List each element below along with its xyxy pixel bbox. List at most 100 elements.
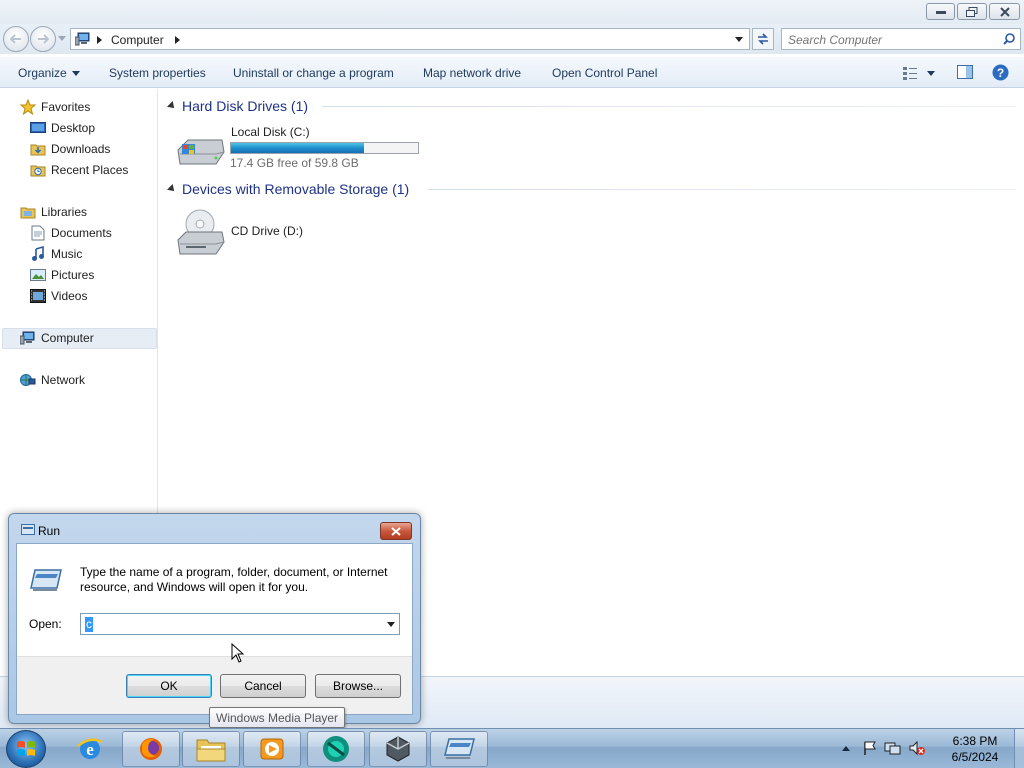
show-hidden-icons-icon[interactable] <box>842 745 850 751</box>
volume-muted-icon[interactable] <box>908 740 926 756</box>
sidebar-item-favorites[interactable]: Favorites <box>20 97 90 117</box>
sidebar-item-label: Music <box>51 247 83 261</box>
cd-drive-icon <box>176 208 226 259</box>
sidebar-item-documents[interactable]: Documents <box>30 223 112 243</box>
pictures-icon <box>30 267 46 283</box>
sidebar-item-pictures[interactable]: Pictures <box>30 265 94 285</box>
uninstall-program-button[interactable]: Uninstall or change a program <box>233 66 394 80</box>
group-title: Hard Disk Drives (1) <box>182 98 309 114</box>
search-input[interactable] <box>788 32 988 47</box>
organize-menu[interactable]: Organize <box>18 66 81 80</box>
collapse-arrow-icon[interactable] <box>167 184 177 194</box>
run-program-icon <box>29 568 63 595</box>
ok-button[interactable]: OK <box>126 674 212 698</box>
network-icon <box>20 372 36 388</box>
minimize-button[interactable] <box>926 3 955 20</box>
group-header-hard-disk-drives[interactable]: Hard Disk Drives (1) <box>167 98 309 114</box>
browse-button[interactable]: Browse... <box>315 674 401 698</box>
breadcrumb-chevron-icon[interactable] <box>97 36 102 44</box>
sidebar-item-label: Pictures <box>51 268 95 282</box>
sidebar-item-label: Computer <box>41 331 94 345</box>
close-icon <box>391 526 401 536</box>
sidebar-item-network[interactable]: Network <box>20 370 85 390</box>
sidebar-item-libraries[interactable]: Libraries <box>20 202 87 222</box>
computer-icon <box>74 32 91 49</box>
address-dropdown-icon[interactable] <box>735 37 743 42</box>
show-desktop-button[interactable] <box>1014 729 1024 768</box>
map-network-drive-button[interactable]: Map network drive <box>423 66 521 80</box>
system-clock[interactable]: 6:38 PM 6/5/2024 <box>940 733 1010 765</box>
clock-time: 6:38 PM <box>952 734 998 748</box>
firefox-icon <box>140 738 162 760</box>
sidebar-item-label: Downloads <box>51 142 111 156</box>
run-title-icon <box>21 524 35 539</box>
open-control-panel-button[interactable]: Open Control Panel <box>552 66 657 80</box>
combo-dropdown-icon[interactable] <box>387 622 395 627</box>
taskbar-internet-explorer[interactable]: e <box>61 731 119 767</box>
taskbar-explorer[interactable] <box>182 731 240 767</box>
command-bar: Organize System properties Uninstall or … <box>0 56 1024 88</box>
sidebar-item-label: Recent Places <box>51 163 129 177</box>
preview-pane-icon[interactable] <box>957 65 973 82</box>
desktop-icon <box>30 120 46 136</box>
computer-icon <box>20 330 36 346</box>
svg-text:?: ? <box>997 66 1004 80</box>
collapse-arrow-icon[interactable] <box>167 101 177 111</box>
search-box[interactable] <box>781 28 1021 50</box>
start-button[interactable] <box>6 730 46 768</box>
notification-area <box>842 735 926 761</box>
navigation-pane: Favorites Desktop Downloads Recent Place… <box>0 89 158 513</box>
network-status-icon[interactable] <box>884 740 902 756</box>
close-window-button[interactable] <box>989 3 1020 20</box>
taskbar: e 6:38 PM 6/5/2024 <box>0 728 1024 768</box>
view-options-icon[interactable] <box>902 66 918 83</box>
breadcrumb-chevron-icon[interactable] <box>175 36 180 44</box>
sidebar-item-desktop[interactable]: Desktop <box>30 118 95 138</box>
sidebar-item-label: Desktop <box>51 121 96 135</box>
action-center-flag-icon[interactable] <box>862 740 878 756</box>
system-properties-button[interactable]: System properties <box>109 66 206 80</box>
address-bar[interactable]: Computer <box>70 28 750 50</box>
recent-places-icon <box>30 162 46 178</box>
sidebar-item-label: Favorites <box>41 100 91 114</box>
taskbar-run-dialog[interactable] <box>430 731 488 767</box>
recent-pages-icon[interactable] <box>58 36 66 42</box>
taskbar-app-globe[interactable] <box>307 731 365 767</box>
breadcrumb-computer[interactable]: Computer <box>111 33 164 47</box>
sidebar-item-videos[interactable]: Videos <box>30 286 87 306</box>
run-dialog-title: Run <box>38 524 61 538</box>
group-title: Devices with Removable Storage (1) <box>182 181 410 197</box>
refresh-button[interactable] <box>752 28 774 50</box>
sidebar-item-label: Documents <box>51 226 112 240</box>
open-input-value[interactable]: c <box>85 617 93 632</box>
view-dropdown-icon[interactable] <box>927 71 935 76</box>
cancel-button[interactable]: Cancel <box>220 674 306 698</box>
run-close-button[interactable] <box>380 522 412 540</box>
search-icon[interactable] <box>1003 33 1015 45</box>
taskbar-media-player[interactable] <box>243 731 301 767</box>
forward-button[interactable] <box>30 26 56 52</box>
group-header-removable-storage[interactable]: Devices with Removable Storage (1) <box>167 181 410 197</box>
downloads-folder-icon <box>30 141 46 157</box>
windows-logo-icon <box>17 741 35 756</box>
group-divider <box>428 189 1016 190</box>
disk-usage-bar <box>230 142 419 154</box>
sidebar-item-computer[interactable]: Computer <box>20 328 94 348</box>
back-button[interactable] <box>3 26 29 52</box>
taskbar-app-box[interactable] <box>369 731 427 767</box>
help-icon[interactable]: ? <box>992 64 1009 84</box>
group-divider <box>322 106 1016 107</box>
sidebar-item-music[interactable]: Music <box>30 244 82 264</box>
star-icon <box>20 99 36 115</box>
music-icon <box>30 246 46 262</box>
app-globe-icon <box>323 736 349 762</box>
explorer-folder-icon <box>196 739 226 762</box>
window-titlebar <box>0 0 1024 24</box>
sidebar-item-recent-places[interactable]: Recent Places <box>30 160 128 180</box>
sidebar-item-downloads[interactable]: Downloads <box>30 139 110 159</box>
open-combobox[interactable]: c <box>80 613 400 635</box>
restore-button[interactable] <box>957 3 987 20</box>
clock-date: 6/5/2024 <box>951 750 999 764</box>
documents-icon <box>30 225 46 241</box>
taskbar-firefox[interactable] <box>122 731 180 767</box>
